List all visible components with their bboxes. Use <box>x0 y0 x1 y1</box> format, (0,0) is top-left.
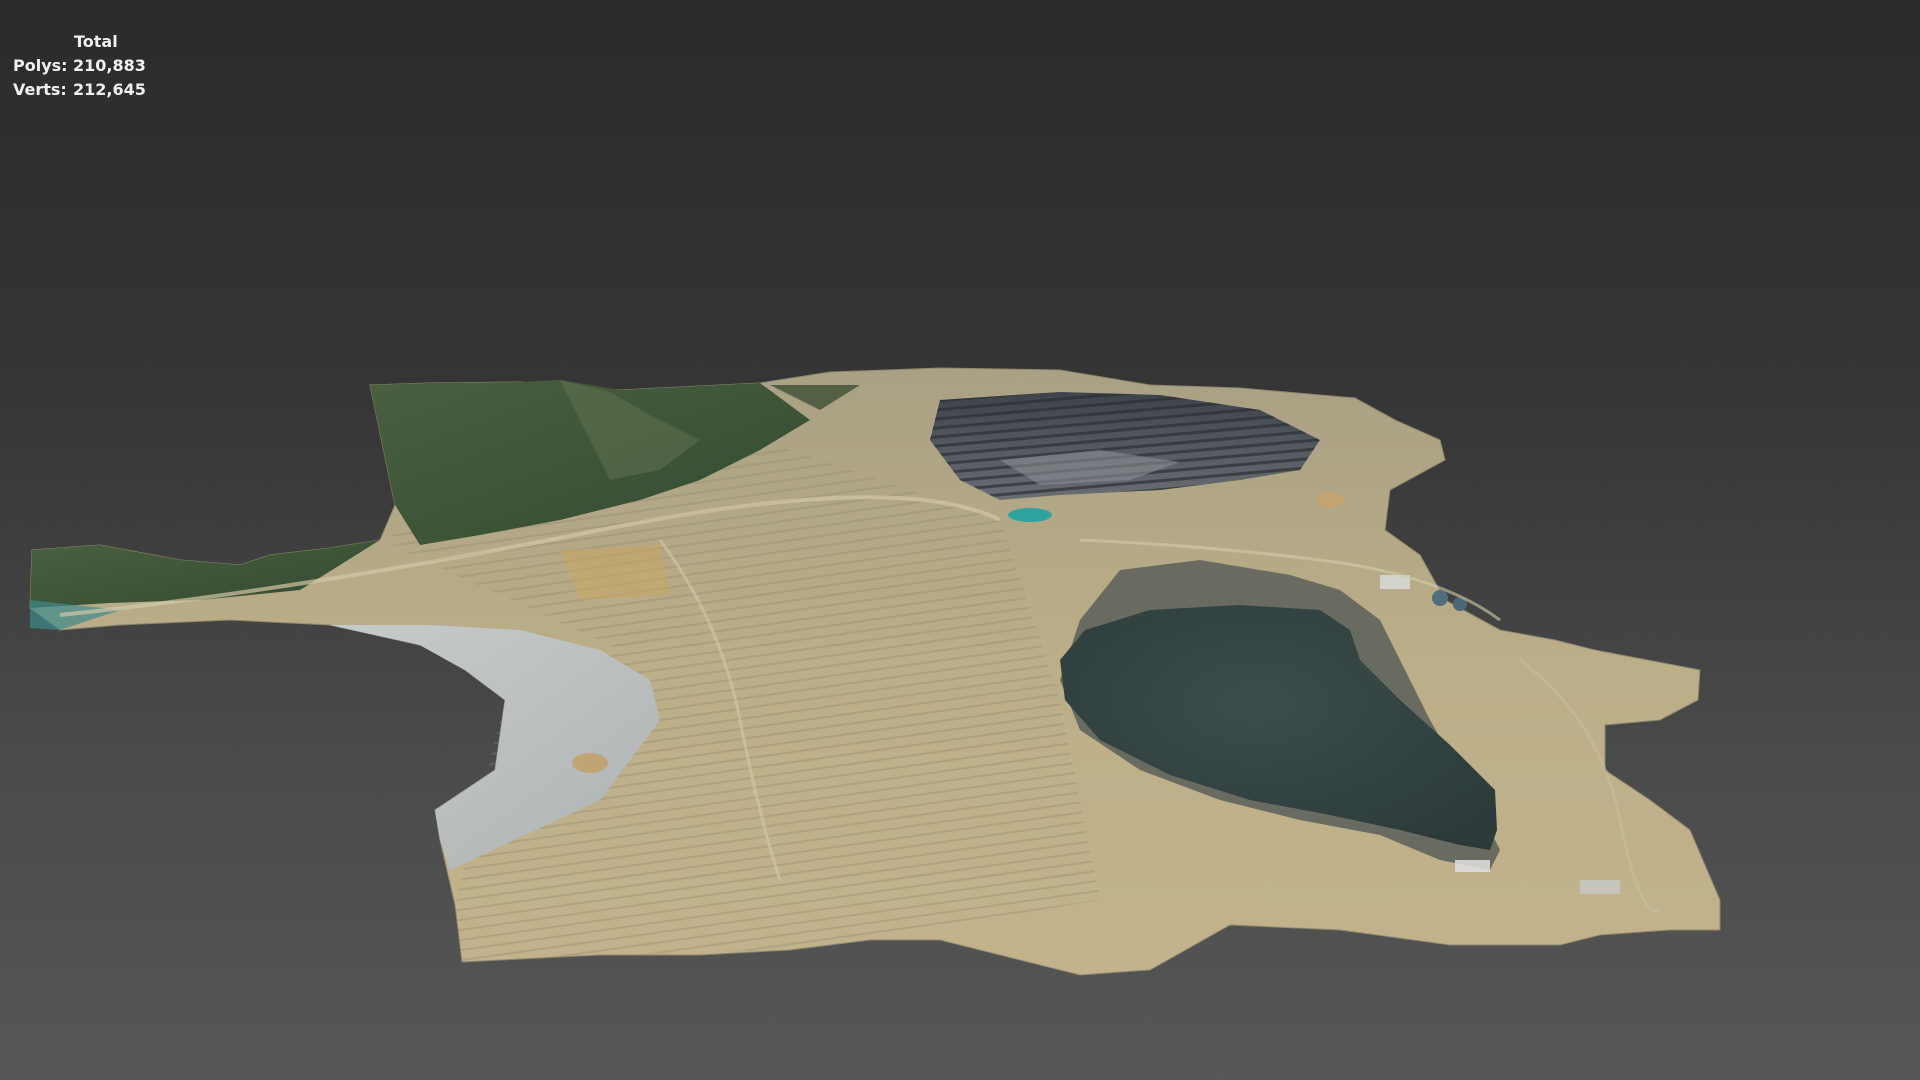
polys-row: Polys: 210,883 <box>13 54 146 78</box>
3d-viewport[interactable]: Total Polys: 210,883 Verts: 212,645 <box>0 0 1920 1080</box>
verts-row: Verts: 212,645 <box>13 78 146 102</box>
viewport-statistics: Total Polys: 210,883 Verts: 212,645 <box>13 30 146 102</box>
stats-title: Total <box>74 32 118 51</box>
polys-value: 210,883 <box>73 56 146 75</box>
verts-label: Verts: <box>13 80 67 99</box>
terrain-model[interactable] <box>0 0 1920 1080</box>
small-pond <box>1008 508 1052 522</box>
polys-label: Polys: <box>13 56 68 75</box>
verts-value: 212,645 <box>73 80 146 99</box>
